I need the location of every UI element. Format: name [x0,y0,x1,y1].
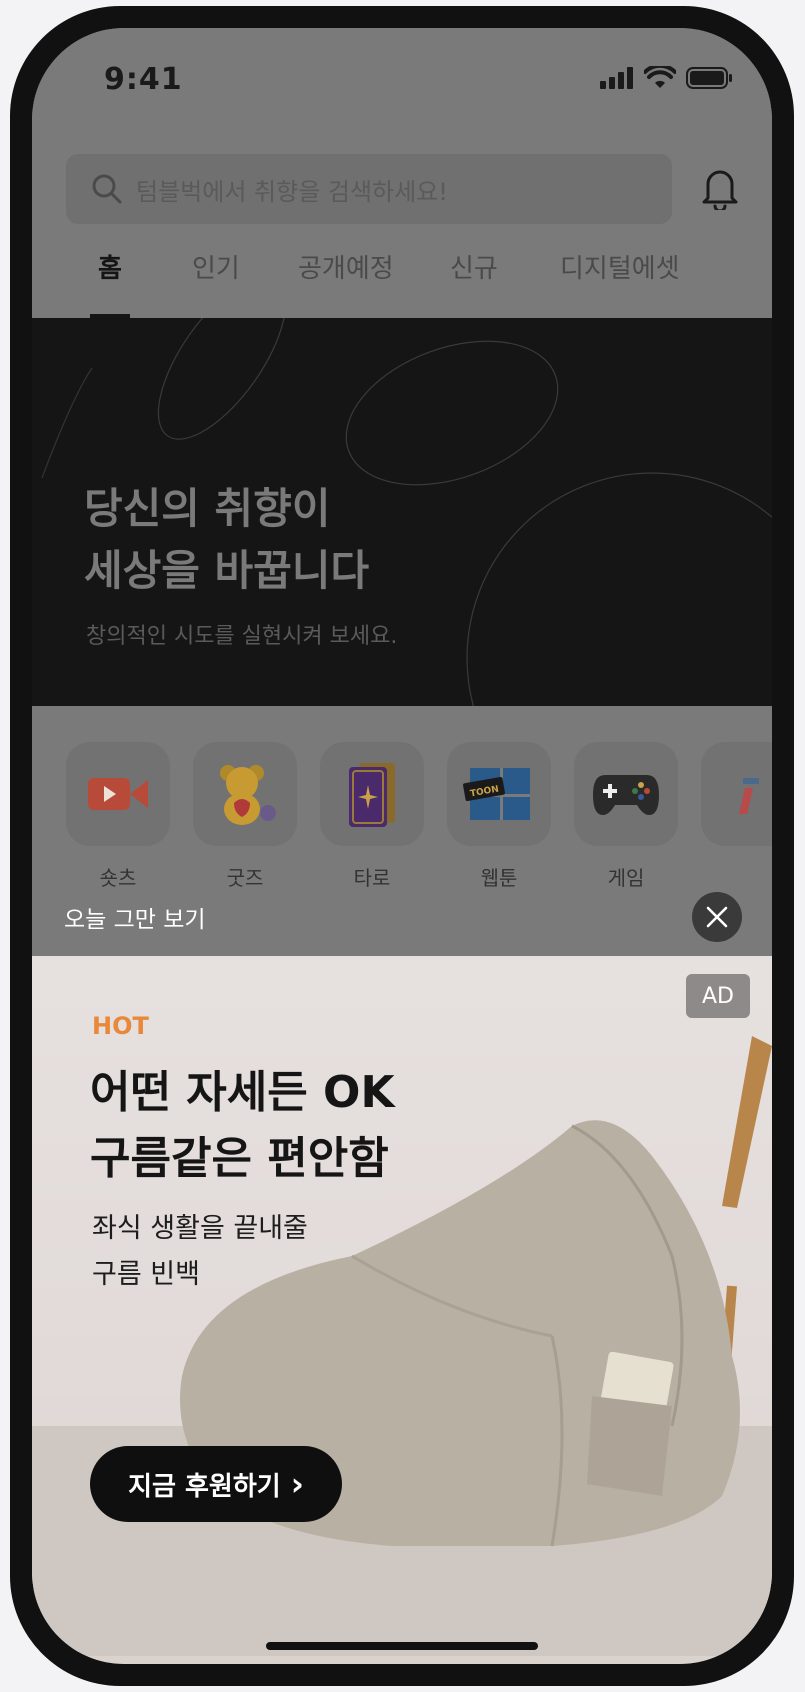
close-icon [706,906,728,928]
hero-subtitle: 창의적인 시도를 실현시켜 보세요. [86,624,398,649]
category-shorts[interactable]: 숏츠 [66,742,170,891]
dont-show-today-button[interactable]: 오늘 그만 보기 [64,900,206,934]
ad-title-line2: 구름같은 편안함 [90,1133,389,1184]
video-camera-icon [88,778,148,810]
gamepad-icon [593,775,659,815]
hero-title-line1: 당신의 취향이 [84,484,331,533]
category-tile [66,742,170,846]
tab-popular[interactable]: 인기 [192,242,240,318]
signal-icon [600,67,633,89]
bell-icon[interactable] [700,166,740,210]
webtoon-icon: TOON [463,768,530,820]
ad-hot-tag: HOT [92,1012,149,1040]
ad-description: 좌식 생활을 끝내줄 구름 빈백 [92,1206,308,1298]
phone-frame: 9:41 텀블벅에서 취향을 검색하세요! 홈 인기 공개예정 신규 디지털에셋… [10,6,794,1686]
search-input[interactable]: 텀블벅에서 취향을 검색하세요! [66,154,672,224]
status-icons [600,66,734,90]
home-indicator [266,1642,538,1650]
tab-home[interactable]: 홈 [98,242,122,318]
category-tarot[interactable]: 타로 [320,742,424,891]
tab-upcoming[interactable]: 공개예정 [298,242,394,318]
support-now-label: 지금 후원하기 [128,1471,281,1502]
header: 9:41 텀블벅에서 취향을 검색하세요! 홈 인기 공개예정 신규 디지털에셋 [32,28,772,318]
hero-banner[interactable]: 당신의 취향이 세상을 바꿉니다 창의적인 시도를 실현시켜 보세요. [32,318,772,706]
category-more[interactable] [701,742,772,846]
category-webtoon[interactable]: TOON 웹툰 [447,742,551,891]
hero-title: 당신의 취향이 세상을 바꿉니다 [84,478,369,602]
ad-desc-line2: 구름 빈백 [92,1259,200,1290]
ad-title: 어떤 자세든 OK 구름같은 편안함 [90,1060,395,1192]
partial-category-icon [739,778,759,814]
category-tile [574,742,678,846]
status-time: 9:41 [104,62,183,97]
hero-title-line2: 세상을 바꿉니다 [84,546,370,595]
search-placeholder: 텀블벅에서 취향을 검색하세요! [136,177,448,206]
wifi-icon [644,66,676,88]
tab-bar: 홈 인기 공개예정 신규 디지털에셋 [32,242,772,318]
teddy-bear-icon [220,765,276,825]
search-icon [92,174,122,204]
dismiss-row: 오늘 그만 보기 [32,882,772,956]
tarot-card-icon [349,763,395,827]
tab-digital-asset[interactable]: 디지털에셋 [560,242,680,318]
chevron-right-icon: › [290,1465,304,1503]
support-now-button[interactable]: 지금 후원하기 › [90,1446,342,1522]
ad-desc-line1: 좌식 생활을 끝내줄 [92,1213,308,1244]
ad-popup[interactable]: AD HOT 어떤 자세든 OK 구름같은 편안함 좌식 생활을 끝내줄 구름 … [32,956,772,1664]
category-goods[interactable]: 굿즈 [193,742,297,891]
category-tile: TOON [447,742,551,846]
category-game[interactable]: 게임 [574,742,678,891]
ad-badge: AD [686,974,750,1018]
category-tile [320,742,424,846]
battery-icon [686,67,732,89]
status-bar: 9:41 [32,28,772,158]
screen: 9:41 텀블벅에서 취향을 검색하세요! 홈 인기 공개예정 신규 디지털에셋… [32,28,772,1664]
close-button[interactable] [692,892,742,942]
category-tile [701,742,772,846]
tab-new[interactable]: 신규 [450,242,498,318]
category-tile [193,742,297,846]
ad-title-line1: 어떤 자세든 OK [90,1067,395,1118]
